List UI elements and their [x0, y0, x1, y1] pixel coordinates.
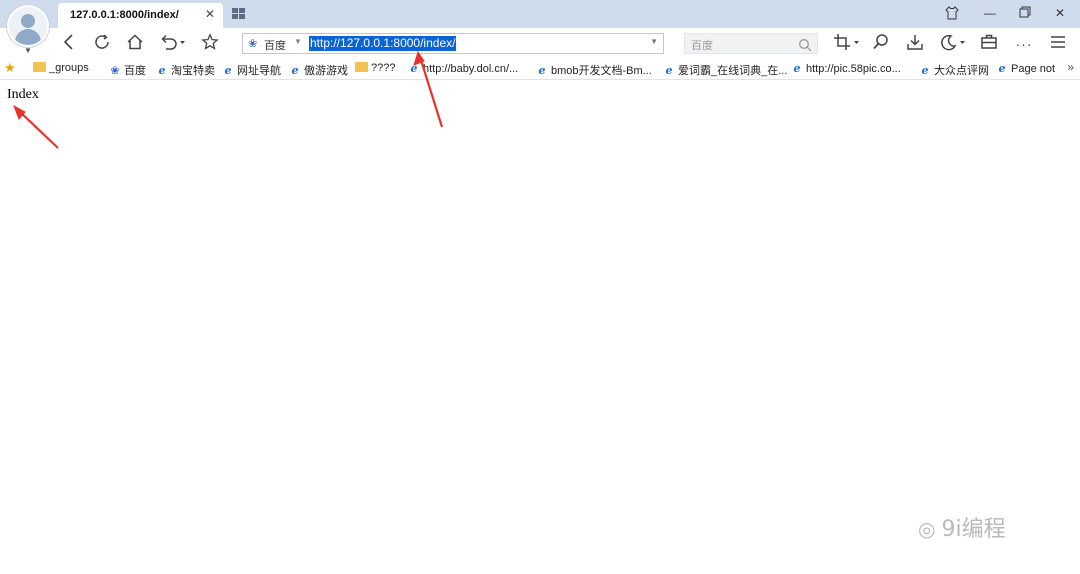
bookmark-item[interactable]: e 网址导航 — [221, 62, 282, 78]
toolbox-icon[interactable] — [978, 33, 1000, 55]
bookmark-label: 爱词霸_在线词典_在... — [678, 65, 788, 77]
search-box[interactable]: 百度 — [684, 33, 818, 54]
navigation-toolbar: ❀ 百度 ▼ http://127.0.0.1:8000/index/ ▼ 百度 — [0, 28, 1080, 58]
baidu-paw-icon: ❀ — [248, 38, 258, 50]
page-text: Index — [7, 87, 39, 102]
favorites-star-icon[interactable]: ★ — [4, 60, 16, 76]
bookmark-label: 百度 — [124, 65, 146, 77]
bookmark-label: 网址导航 — [237, 65, 281, 77]
tab-close-icon[interactable]: ✕ — [205, 7, 215, 21]
avatar-dropdown-icon[interactable]: ▼ — [24, 46, 32, 55]
tab-strip: 127.0.0.1:8000/index/ ✕ — ✕ — [0, 0, 1080, 28]
favorite-star-icon[interactable] — [199, 33, 221, 55]
skin-icon[interactable] — [945, 6, 959, 23]
active-tab[interactable]: 127.0.0.1:8000/index/ ✕ — [58, 3, 223, 28]
ie-icon: e — [665, 64, 673, 77]
download-icon[interactable] — [904, 33, 926, 55]
url-text[interactable]: http://127.0.0.1:8000/index/ — [309, 36, 457, 51]
search-engine-label[interactable]: 百度 — [264, 37, 286, 53]
bookmark-item[interactable]: e bmob开发文档-Bm... — [535, 62, 652, 78]
bookmark-item[interactable]: ❀ 百度 — [108, 62, 146, 78]
bookmark-item[interactable]: e 大众点评网 — [918, 62, 990, 78]
bookmark-item[interactable]: _groups — [33, 62, 89, 74]
ie-icon: e — [291, 64, 299, 77]
close-window-icon[interactable]: ✕ — [1055, 6, 1065, 20]
ie-icon: e — [410, 62, 418, 75]
ie-icon: e — [158, 64, 166, 77]
browser-window: 127.0.0.1:8000/index/ ✕ — ✕ ▼ ❀ 百度 ▼ htt… — [0, 0, 1080, 574]
back-icon[interactable] — [60, 33, 78, 55]
watermark-text: 9i编程 — [941, 517, 1006, 542]
refresh-icon[interactable] — [91, 33, 113, 55]
baidu-paw-icon: ❀ — [110, 65, 120, 77]
bookmark-label: http://pic.58pic.co... — [806, 63, 901, 75]
bookmarks-bar: ★ _groups ❀ 百度 e 淘宝特卖 e 网址导航 e 傲游游戏 ???? e ht… — [0, 58, 1080, 80]
menu-icon[interactable] — [1047, 33, 1069, 55]
bookmark-item[interactable]: e Page not — [995, 62, 1056, 75]
night-mode-icon[interactable] — [938, 33, 968, 55]
bookmark-item[interactable]: e 淘宝特卖 — [155, 62, 216, 78]
bookmark-label: Page not — [1011, 63, 1056, 75]
ie-icon: e — [793, 62, 801, 75]
minimize-icon[interactable]: — — [984, 6, 996, 20]
bookmark-label: 傲游游戏 — [304, 65, 348, 77]
bookmark-item[interactable]: e http://baby.dol.cn/... — [407, 62, 519, 75]
more-options-icon[interactable]: ··· — [1012, 33, 1036, 55]
bookmark-label: ???? — [371, 62, 396, 74]
restore-icon[interactable] — [1019, 6, 1031, 21]
wechat-icon: ◎ — [918, 517, 936, 541]
bookmark-label: 大众点评网 — [934, 65, 989, 77]
search-icon[interactable] — [798, 35, 812, 55]
bookmark-item[interactable]: e 傲游游戏 — [288, 62, 349, 78]
ie-icon: e — [998, 62, 1006, 75]
bookmark-label: bmob开发文档-Bm... — [551, 65, 652, 77]
user-avatar[interactable] — [7, 5, 49, 47]
search-placeholder: 百度 — [691, 40, 713, 52]
bookmark-item[interactable]: e 爱词霸_在线词典_在... — [662, 62, 788, 78]
bookmark-item[interactable]: ???? — [355, 62, 395, 74]
bookmark-item[interactable]: e http://pic.58pic.co... — [790, 62, 901, 75]
bookmarks-overflow-icon[interactable]: » — [1067, 60, 1074, 74]
engine-dropdown-icon[interactable]: ▼ — [294, 37, 302, 46]
folder-icon — [33, 62, 46, 72]
folder-icon — [355, 62, 368, 72]
bookmark-label: _groups — [49, 62, 89, 74]
tab-overview-icon[interactable] — [232, 8, 246, 19]
home-icon[interactable] — [124, 33, 146, 55]
ie-icon: e — [538, 64, 546, 77]
ie-icon: e — [224, 64, 232, 77]
magnifier-tool-icon[interactable] — [870, 33, 892, 55]
address-bar[interactable]: ❀ 百度 ▼ http://127.0.0.1:8000/index/ ▼ — [242, 33, 664, 54]
screenshot-icon[interactable] — [832, 33, 862, 55]
page-content: Index ◎ 9i编程 — [0, 81, 1080, 574]
ie-icon: e — [921, 64, 929, 77]
undo-close-icon[interactable] — [158, 33, 188, 55]
address-history-dropdown-icon[interactable]: ▼ — [650, 37, 658, 46]
watermark: ◎ 9i编程 — [918, 511, 1006, 543]
tab-title: 127.0.0.1:8000/index/ — [70, 9, 179, 21]
bookmark-label: 淘宝特卖 — [171, 65, 215, 77]
bookmark-label: http://baby.dol.cn/... — [423, 63, 519, 75]
